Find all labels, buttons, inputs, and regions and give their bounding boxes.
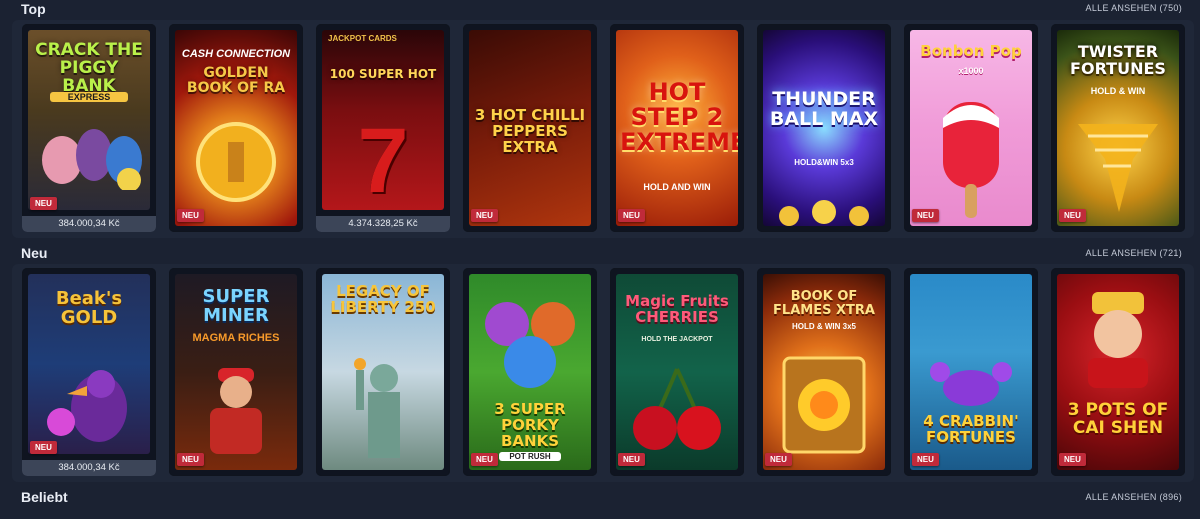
miner-character-art [188,358,284,458]
jackpot-amount: 384.000,34 Kč [22,216,156,232]
tornado-art [1073,114,1163,214]
game-title: BOOK OF FLAMES XTRA [773,289,875,318]
cherries-art [627,364,727,454]
game-title: LEGACY OF LIBERTY 250 [330,282,436,316]
game-title: 3 POTS OF CAI SHEN [1067,400,1169,438]
crab-art [926,352,1016,412]
new-badge: NEU [912,453,939,466]
coins-art [769,198,879,226]
cai-shen-character-art [1070,288,1166,388]
game-title: SUPER MINER [202,286,270,326]
game-tile[interactable]: SUPER MINER MAGMA RICHES NEU [169,268,303,476]
new-badge: NEU [177,209,204,222]
jackpot-amount: 4.374.328,25 Kč [316,216,450,232]
game-tile[interactable]: 3 HOT CHILLI PEPPERS EXTRA NEU [463,24,597,232]
game-tile[interactable]: JACKPOT CARDS 100 SUPER HOT 7 4.374.328,… [316,24,450,232]
new-badge: NEU [1059,453,1086,466]
new-badge: NEU [618,453,645,466]
new-badge: NEU [618,209,645,222]
see-all-top-link[interactable]: ALLE ANSEHEN (750) [1086,3,1182,13]
game-subtitle: HOLD & WIN 3x5 [791,322,856,331]
game-subtitle: JACKPOT CARDS [328,34,397,43]
game-title: 4 CRABBIN' FORTUNES [923,412,1019,446]
game-tile[interactable]: TWISTER FORTUNES HOLD & WIN NEU [1051,24,1185,232]
piggy-banks-art [475,292,585,392]
new-badge: NEU [471,209,498,222]
game-subtitle: CASH CONNECTION [181,48,291,60]
flame-book-art [776,350,872,456]
game-title: CRACK THE PIGGY BANK [35,40,143,96]
game-tile[interactable]: CASH CONNECTION GOLDEN BOOK OF RA NEU [169,24,303,232]
game-title: Bonbon Pop [920,42,1022,60]
new-badge: NEU [1059,209,1086,222]
game-title: 3 HOT CHILLI PEPPERS EXTRA [474,106,586,156]
top-games-row: CRACK THE PIGGY BANK EXPRESS NEU 384.000… [12,20,1194,238]
game-title: 3 SUPER PORKY BANKS [494,400,566,450]
game-title: HOT STEP 2 EXTREME [620,78,738,157]
see-all-new-link[interactable]: ALLE ANSEHEN (721) [1086,248,1182,258]
new-badge: NEU [30,197,57,210]
game-tile[interactable]: 3 POTS OF CAI SHEN NEU [1051,268,1185,476]
see-all-popular-link[interactable]: ALLE ANSEHEN (896) [1086,492,1182,502]
section-title-top: Top [21,1,46,17]
game-subtitle: HOLD AND WIN [643,182,711,192]
section-title-popular: Beliebt [21,489,68,505]
game-subtitle: MAGMA RICHES [192,332,280,344]
game-subtitle: POT RUSH [499,452,561,461]
jackpot-amount: 384.000,34 Kč [22,460,156,476]
game-tile[interactable]: THUNDER BALL MAX HOLD&WIN 5x3 [757,24,891,232]
statue-of-liberty-art [338,348,428,458]
game-tile[interactable]: Bonbon Pop x1000 NEU [904,24,1038,232]
new-badge: NEU [471,453,498,466]
piggy-characters-art [34,110,144,192]
game-subtitle: HOLD THE JACKPOT [641,336,713,343]
game-subtitle: HOLD & WIN [1090,86,1146,96]
new-badge: NEU [30,441,57,454]
seven-symbol-art: 7 [357,110,409,210]
new-badge: NEU [912,209,939,222]
game-title: 100 SUPER HOT [329,67,437,81]
game-title: Beak's GOLD [55,288,123,328]
game-tile[interactable]: CRACK THE PIGGY BANK EXPRESS NEU 384.000… [22,24,156,232]
game-title: TWISTER FORTUNES [1070,42,1166,78]
popsicle-art [931,92,1011,222]
new-games-row: Beak's GOLD NEU 384.000,34 Kč SUPER MINE… [12,264,1194,482]
new-badge: NEU [765,453,792,466]
section-title-new: Neu [21,245,48,261]
game-tile[interactable]: Beak's GOLD NEU 384.000,34 Kč [22,268,156,476]
game-title: GOLDEN BOOK OF RA [186,65,286,96]
game-tile[interactable]: HOT STEP 2 EXTREME HOLD AND WIN NEU [610,24,744,232]
golden-coin-art [194,120,278,204]
game-tile[interactable]: LEGACY OF LIBERTY 250 [316,268,450,476]
game-subtitle: HOLD&WIN 5x3 [794,158,854,167]
new-badge: NEU [177,453,204,466]
game-tile[interactable]: 3 SUPER PORKY BANKS POT RUSH NEU [463,268,597,476]
game-tile[interactable]: BOOK OF FLAMES XTRA HOLD & WIN 3x5 NEU [757,268,891,476]
game-tile[interactable]: Magic Fruits CHERRIES HOLD THE JACKPOT N… [610,268,744,476]
game-subtitle: x1000 [958,66,984,76]
game-tile[interactable]: 4 CRABBIN' FORTUNES NEU [904,268,1038,476]
game-title: Magic Fruits CHERRIES [625,292,729,326]
bird-character-art [39,350,139,450]
game-subtitle: EXPRESS [50,92,128,102]
game-title: THUNDER BALL MAX [769,88,879,130]
